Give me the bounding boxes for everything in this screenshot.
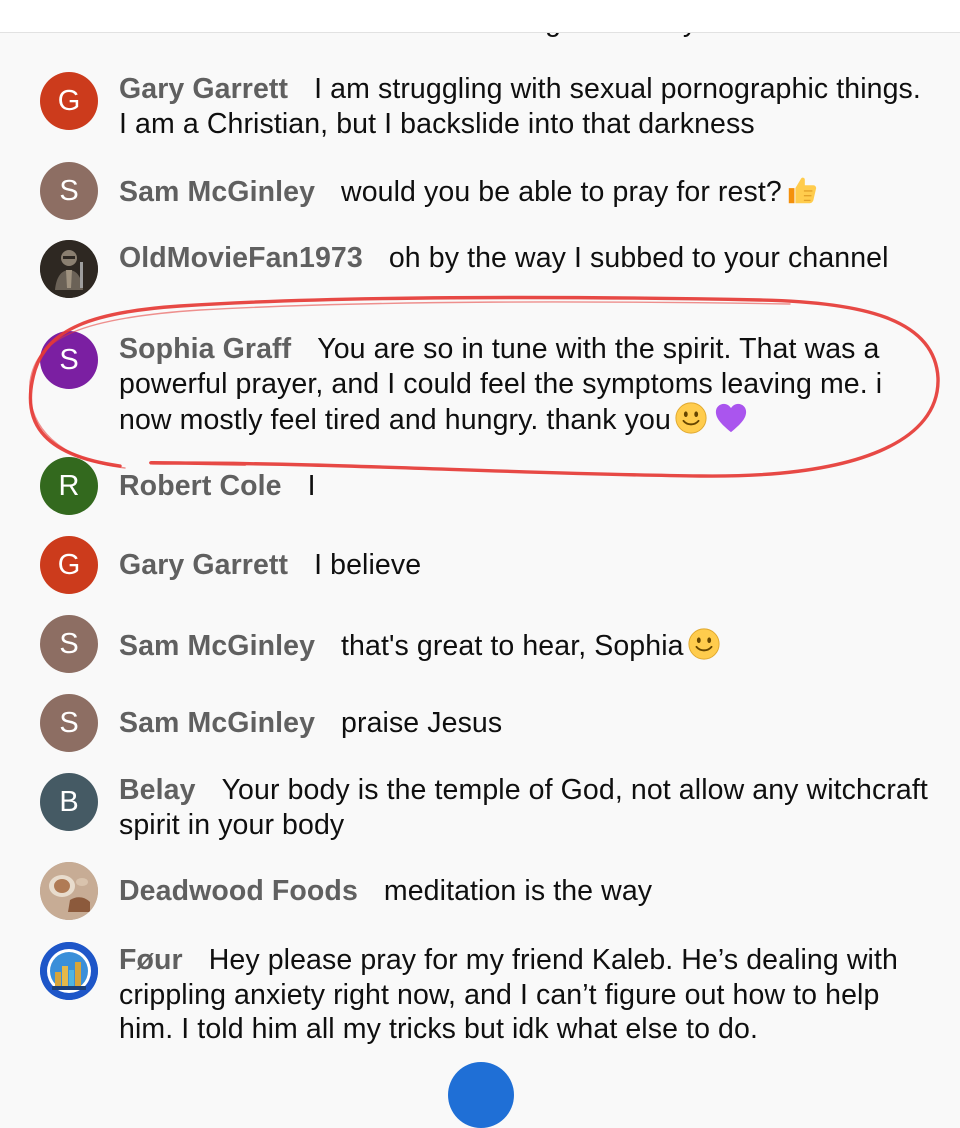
food-photo-avatar[interactable] xyxy=(40,862,98,920)
avatar[interactable]: R xyxy=(40,457,98,515)
author-name[interactable]: Sam McGinley xyxy=(119,176,315,208)
floating-action-button[interactable] xyxy=(448,1062,514,1128)
message-text: praise Jesus xyxy=(341,707,503,739)
author-name[interactable]: Gary Garrett xyxy=(119,73,288,105)
message-text: would you be able to pray for rest? xyxy=(341,176,782,208)
message-text: that's great to hear, Sophia xyxy=(341,630,684,662)
avatar[interactable]: B xyxy=(40,773,98,831)
message-content: OldMovieFan1973 oh by the way I subbed to… xyxy=(119,241,934,276)
author-name[interactable]: OldMovieFan1973 xyxy=(119,242,363,274)
message-content: Robert Cole I xyxy=(119,469,934,504)
author-name[interactable]: Robert Cole xyxy=(119,470,282,502)
author-name[interactable]: Sam McGinley xyxy=(119,707,315,739)
message-content: Føur Hey please pray for my friend Kaleb.… xyxy=(119,943,934,1047)
author-name[interactable]: Belay xyxy=(119,774,196,806)
avatar[interactable]: S xyxy=(40,331,98,389)
avatar[interactable]: S xyxy=(40,694,98,752)
message-text: oh by the way I subbed to your channel xyxy=(388,242,889,274)
author-name[interactable]: Sophia Graff xyxy=(119,333,291,365)
avatar[interactable]: S xyxy=(40,615,98,673)
slightly-smiling-face-icon xyxy=(671,401,711,435)
message-content: Sophia Graff You are so in tune with the … xyxy=(119,332,934,438)
thumbs-up-icon xyxy=(782,173,822,207)
message-text: Your body is the temple of God, not allo… xyxy=(119,774,928,841)
message-content: Deadwood Foods meditation is the way xyxy=(119,874,934,909)
message-text: Hey please pray for my friend Kaleb. He’… xyxy=(119,944,898,1045)
message-text: I believe xyxy=(314,549,422,581)
message-text: I xyxy=(307,470,316,502)
city-badge-avatar[interactable] xyxy=(40,942,98,1000)
author-name[interactable]: Deadwood Foods xyxy=(119,875,358,907)
message-content: Sam McGinley that's great to hear, Sophia xyxy=(119,627,934,664)
message-text: meditation is the way xyxy=(383,875,653,907)
top-app-bar xyxy=(0,0,960,33)
author-name[interactable]: Sam McGinley xyxy=(119,630,315,662)
message-content: Sam McGinley would you be able to pray fo… xyxy=(119,173,934,210)
live-chat-feed[interactable]: Jesus Christ from the dead is living ins… xyxy=(0,0,960,1074)
avatar[interactable]: G xyxy=(40,536,98,594)
message-content: Belay Your body is the temple of God, not… xyxy=(119,773,934,842)
avatar[interactable]: G xyxy=(40,72,98,130)
message-content: Gary Garrett I am struggling with sexual … xyxy=(119,72,934,141)
message-content: Sam McGinley praise Jesus xyxy=(119,706,934,741)
knight-avatar[interactable] xyxy=(40,240,98,298)
avatar[interactable]: S xyxy=(40,162,98,220)
purple-heart-icon xyxy=(711,401,751,435)
message-content: Gary Garrett I believe xyxy=(119,548,934,583)
slightly-smiling-face-icon xyxy=(684,627,724,661)
author-name[interactable]: Føur xyxy=(119,944,183,976)
author-name[interactable]: Gary Garrett xyxy=(119,549,288,581)
